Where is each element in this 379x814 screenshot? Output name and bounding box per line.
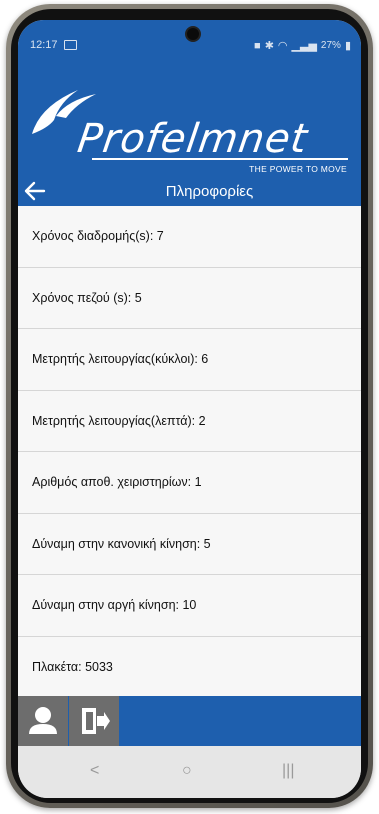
info-item-slow-force: Δύναμη στην αργή κίνηση: 10 <box>18 575 361 637</box>
alarm-icon: ■ <box>254 39 261 52</box>
status-bar: 12:17 ■ ✱ ◠ ▁▃▅ 27% ▮ <box>18 20 361 58</box>
info-item-label: Αριθμός αποθ. χειριστηρίων: 1 <box>32 475 202 490</box>
info-item-pedestrian-time: Χρόνος πεζού (s): 5 <box>18 267 361 329</box>
info-item-travel-time: Χρόνος διαδρομής(s): 7 <box>18 206 361 268</box>
info-item-label: Δύναμη στην αργή κίνηση: 10 <box>32 598 197 613</box>
logout-icon <box>82 708 110 734</box>
title-bar: Πληροφορίες <box>18 176 361 206</box>
info-item-remotes-count: Αριθμός αποθ. χειριστηρίων: 1 <box>18 452 361 514</box>
nav-recents-button[interactable]: ||| <box>282 762 294 780</box>
user-icon <box>29 707 57 734</box>
nav-home-button[interactable]: ○ <box>182 762 192 780</box>
info-item-label: Μετρητής λειτουργίας(κύκλοι): 6 <box>32 352 209 367</box>
camera-icon <box>185 26 201 42</box>
bluetooth-icon: ✱ <box>264 40 274 52</box>
nav-back-button[interactable]: < <box>90 762 99 780</box>
info-item-minute-counter: Μετρητής λειτουργίας(λεπτά): 2 <box>18 390 361 452</box>
bottom-bar <box>18 696 361 746</box>
info-item-label: Δύναμη στην κανονική κίνηση: 5 <box>32 536 211 551</box>
info-item-cycle-counter: Μετρητής λειτουργίας(κύκλοι): 6 <box>18 329 361 391</box>
battery-icon: ▮ <box>344 40 351 52</box>
user-button[interactable] <box>18 696 68 746</box>
signal-icon: ▁▃▅ <box>291 40 317 52</box>
info-item-normal-force: Δύναμη στην κανονική κίνηση: 5 <box>18 513 361 575</box>
system-nav-bar: < ○ ||| <box>18 746 361 798</box>
app-header: Profelmnet THE POWER TO MOVE <box>18 58 361 186</box>
logo-underline <box>92 158 348 160</box>
status-indicators: ■ ✱ ◠ ▁▃▅ 27% ▮ <box>254 39 351 53</box>
info-item-label: Χρόνος πεζού (s): 5 <box>32 290 142 305</box>
battery-level: 27% <box>320 40 341 51</box>
logout-button[interactable] <box>69 696 119 746</box>
app-screen: 12:17 ■ ✱ ◠ ▁▃▅ 27% ▮ Profelmnet THE POW… <box>18 20 361 798</box>
info-item-label: Χρόνος διαδρομής(s): 7 <box>32 229 164 244</box>
wifi-icon: ◠ <box>277 40 288 52</box>
brand-slogan: THE POWER TO MOVE <box>249 164 347 174</box>
page-title: Πληροφορίες <box>165 183 254 200</box>
info-item-board: Πλακέτα: 5033 <box>18 636 361 698</box>
status-time: 12:17 <box>30 39 58 51</box>
image-notification-icon <box>64 40 77 50</box>
info-item-label: Μετρητής λειτουργίας(λεπτά): 2 <box>32 413 206 428</box>
brand-logo-text: Profelmnet <box>74 116 311 162</box>
info-list: Χρόνος διαδρομής(s): 7 Χρόνος πεζού (s):… <box>18 206 361 698</box>
info-item-label: Πλακέτα: 5033 <box>32 659 113 674</box>
